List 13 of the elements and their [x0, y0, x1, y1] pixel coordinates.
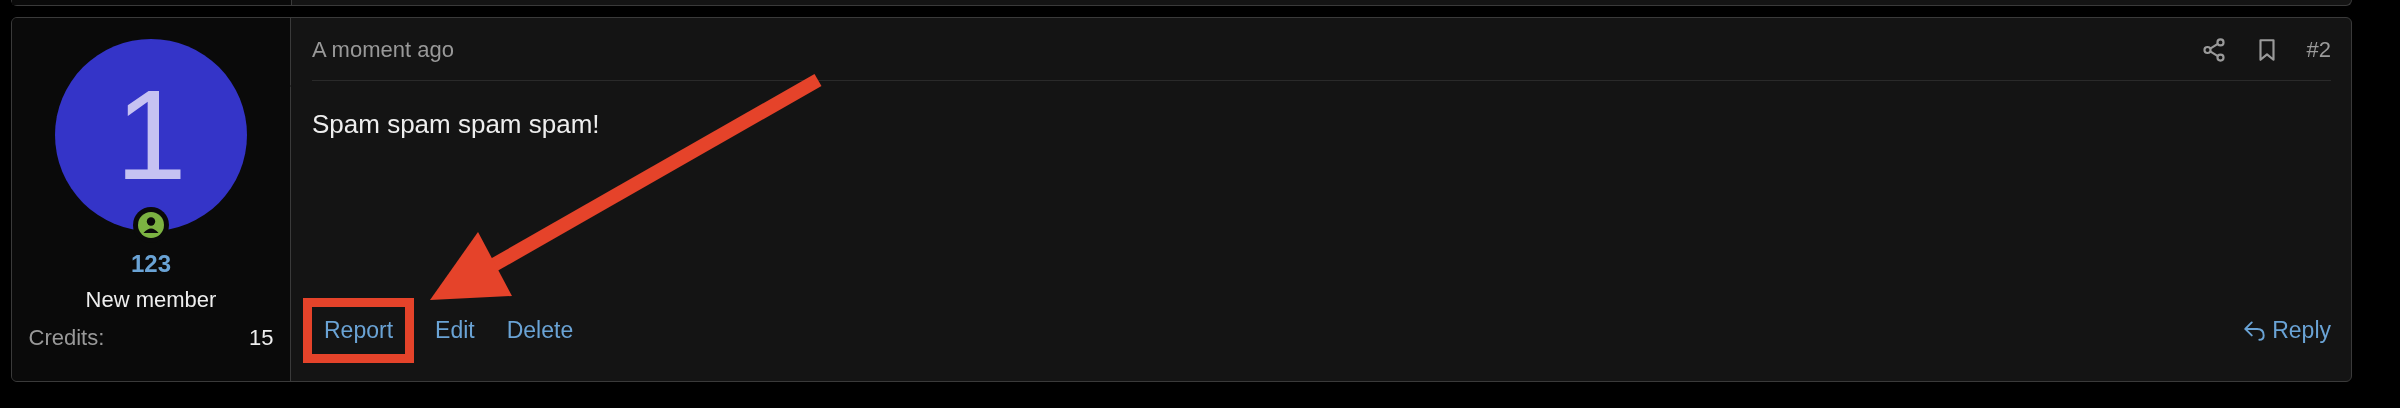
stat-value: 15	[249, 325, 274, 351]
action-link[interactable]: Delete	[495, 304, 585, 356]
action-link[interactable]: Edit	[424, 304, 486, 356]
post-number-link[interactable]: #2	[2306, 36, 2331, 63]
share-icon[interactable]	[2200, 36, 2227, 63]
action-link[interactable]: Report	[303, 297, 415, 363]
post-message: Spam spam spam spam!	[312, 109, 601, 140]
avatar[interactable]: 1	[55, 39, 247, 231]
stat-label: Credits:	[28, 325, 105, 351]
post-time[interactable]: A moment ago	[312, 36, 454, 63]
username-link[interactable]: 123	[130, 250, 171, 278]
reply-button[interactable]: Reply	[2242, 316, 2331, 344]
user-title: New member	[85, 287, 217, 313]
